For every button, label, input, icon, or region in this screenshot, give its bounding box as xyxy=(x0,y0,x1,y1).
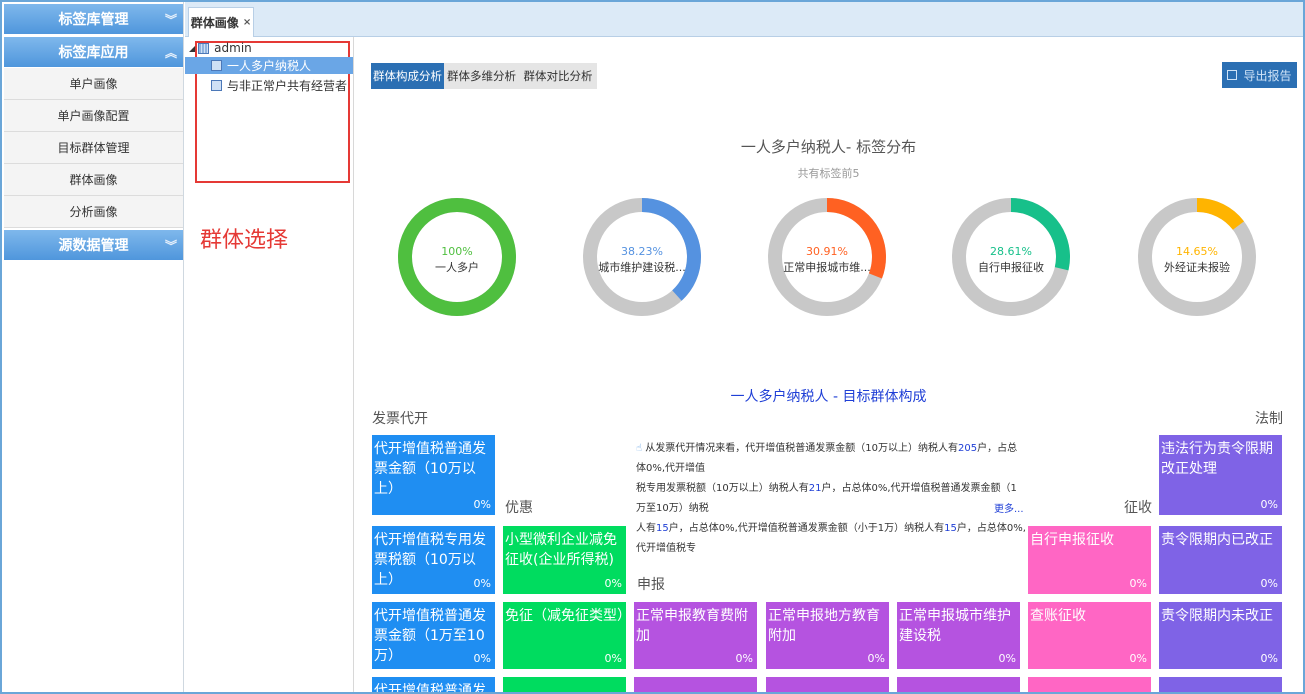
tile-invoice-1[interactable]: 代开增值税普通发票金额（10万以上） 0% xyxy=(372,435,495,515)
tab-composition-analysis[interactable]: 群体构成分析 xyxy=(371,63,444,89)
tab-bar: 群体画像 × xyxy=(185,2,1303,37)
tree-root[interactable]: ◢ admin xyxy=(189,41,252,55)
close-icon[interactable]: × xyxy=(243,17,251,28)
sidebar-section-tag-lib-manage[interactable]: 标签库管理 ︾ xyxy=(4,4,183,35)
export-report-button[interactable]: 导出报告 xyxy=(1222,62,1297,88)
tab-compare-analysis[interactable]: 群体对比分析 xyxy=(519,63,597,89)
tree-node-label: 与非正常户共有经营者 xyxy=(227,79,348,93)
tree-node-selected[interactable]: 一人多户纳税人 xyxy=(185,57,353,74)
tile-declaration-4[interactable] xyxy=(634,677,757,692)
tile-declaration-1[interactable]: 正常申报教育费附加 0% xyxy=(634,602,757,669)
donut-label: 外经证未报验 xyxy=(1164,261,1230,274)
document-icon xyxy=(211,60,222,71)
expand-triangle-icon[interactable]: ◢ xyxy=(189,44,195,53)
donut-percent: 38.23% xyxy=(621,245,663,258)
sidebar-item-single-portrait[interactable]: 单户画像 xyxy=(4,68,183,100)
tile-legal-4[interactable] xyxy=(1159,677,1282,692)
main-content: 群体构成分析 群体多维分析 群体对比分析 导出报告 一人多户纳税人- 标签分布 … xyxy=(354,37,1303,692)
tile-declaration-2[interactable]: 正常申报地方教育附加 0% xyxy=(766,602,889,669)
app-window: 标签库管理 ︾ 标签库应用 ︽ 单户画像 单户画像配置 目标群体管理 群体画像 … xyxy=(0,0,1305,694)
double-chevron-down-icon: ︾ xyxy=(164,239,177,253)
tree-node-label: 一人多户纳税人 xyxy=(227,59,312,73)
donut-label: 城市维护建设税... xyxy=(598,261,686,274)
donut-percent: 14.65% xyxy=(1176,245,1218,258)
annotation-text: 群体选择 xyxy=(200,228,289,253)
tile-preferential-3[interactable] xyxy=(503,677,626,692)
tab-group-portrait[interactable]: 群体画像 × xyxy=(188,7,254,37)
sidebar-item-analysis-portrait[interactable]: 分析画像 xyxy=(4,196,183,228)
tile-invoice-4[interactable]: 代开增值税普通发票金 xyxy=(372,677,495,692)
section-title: 一人多户纳税人 - 目标群体构成 xyxy=(730,389,927,405)
double-chevron-up-icon: ︽ xyxy=(164,46,177,60)
thumbs-up-icon: ☝ xyxy=(636,443,643,454)
tile-preferential-1[interactable]: 小型微利企业减免征收(企业所得税) 0% xyxy=(503,526,626,594)
donut-chart: 28.61% 自行申报征收 xyxy=(951,185,1071,329)
sidebar-section-source-data[interactable]: 源数据管理 ︾ xyxy=(4,230,183,261)
donut-chart: 14.65% 外经证未报验 xyxy=(1137,185,1257,329)
tab-multidim-analysis[interactable]: 群体多维分析 xyxy=(444,63,519,89)
sidebar-item-single-portrait-config[interactable]: 单户画像配置 xyxy=(4,100,183,132)
group-label-preferential: 优惠 xyxy=(505,500,533,516)
donut-percent: 100% xyxy=(441,245,473,258)
donut-label: 自行申报征收 xyxy=(978,261,1044,274)
sidebar-section-label: 源数据管理 xyxy=(58,238,129,254)
sidebar-item-group-portrait[interactable]: 群体画像 xyxy=(4,164,183,196)
sidebar: 标签库管理 ︾ 标签库应用 ︽ 单户画像 单户画像配置 目标群体管理 群体画像 … xyxy=(2,2,184,692)
sidebar-section-label: 标签库管理 xyxy=(58,12,129,28)
donut-chart-subtitle: 共有标签前5 xyxy=(797,167,860,180)
donut-chart-title: 一人多户纳税人- 标签分布 xyxy=(740,138,917,156)
tile-collection-2[interactable]: 查账征收 0% xyxy=(1028,602,1151,669)
group-label-collection: 征收 xyxy=(1124,500,1152,516)
donut-percent: 30.91% xyxy=(806,245,848,258)
sidebar-section-label: 标签库应用 xyxy=(58,45,129,61)
tile-collection-1[interactable]: 自行申报征收 0% xyxy=(1028,526,1151,594)
sidebar-section-tag-lib-apply[interactable]: 标签库应用 ︽ xyxy=(4,37,183,68)
tile-legal-2[interactable]: 责令限期内已改正 0% xyxy=(1159,526,1282,594)
tile-declaration-5[interactable] xyxy=(766,677,889,692)
tile-declaration-6[interactable] xyxy=(897,677,1020,692)
more-link[interactable]: 更多... xyxy=(994,500,1024,515)
donut-chart: 100% 一人多户 xyxy=(397,185,517,329)
tile-preferential-2[interactable]: 免征（减免征类型） 0% xyxy=(503,602,626,669)
invoice-summary-text: ☝ 从发票代开情况来看，代开增值税普通发票金额（10万以上）纳税人有205户，占… xyxy=(636,443,1026,554)
tree-node[interactable]: 与非正常户共有经营者 xyxy=(211,77,347,94)
tab-label: 群体画像 xyxy=(190,16,239,30)
donut-label: 正常申报城市维... xyxy=(783,261,871,274)
tile-invoice-3[interactable]: 代开增值税普通发票金额（1万至10万） 0% xyxy=(372,602,495,669)
tree-root-label: admin xyxy=(214,41,252,55)
tile-invoice-2[interactable]: 代开增值税专用发票税额（10万以上） 0% xyxy=(372,526,495,594)
tile-legal-1[interactable]: 违法行为责令限期改正处理 0% xyxy=(1159,435,1282,515)
tile-legal-3[interactable]: 责令限期内未改正 0% xyxy=(1159,602,1282,669)
group-label-legal: 法制 xyxy=(1255,411,1283,427)
group-label-declaration: 申报 xyxy=(637,577,665,593)
donut-percent: 28.61% xyxy=(990,245,1032,258)
tile-declaration-3[interactable]: 正常申报城市维护建设税 0% xyxy=(897,602,1020,669)
group-tree-panel: ◢ admin 一人多户纳税人 与非正常户共有经营者 群体选择 xyxy=(185,37,354,692)
donut-chart: 30.91% 正常申报城市维... xyxy=(767,185,887,329)
sidebar-item-target-group-manage[interactable]: 目标群体管理 xyxy=(4,132,183,164)
document-icon xyxy=(211,80,222,91)
group-label-invoice: 发票代开 xyxy=(372,411,428,427)
folder-icon xyxy=(198,42,210,54)
export-icon xyxy=(1227,70,1238,80)
donut-label: 一人多户 xyxy=(435,261,479,274)
double-chevron-down-icon: ︾ xyxy=(164,13,177,27)
donut-chart: 38.23% 城市维护建设税... xyxy=(582,185,702,329)
tile-collection-3[interactable] xyxy=(1028,677,1151,692)
export-label: 导出报告 xyxy=(1243,68,1292,83)
